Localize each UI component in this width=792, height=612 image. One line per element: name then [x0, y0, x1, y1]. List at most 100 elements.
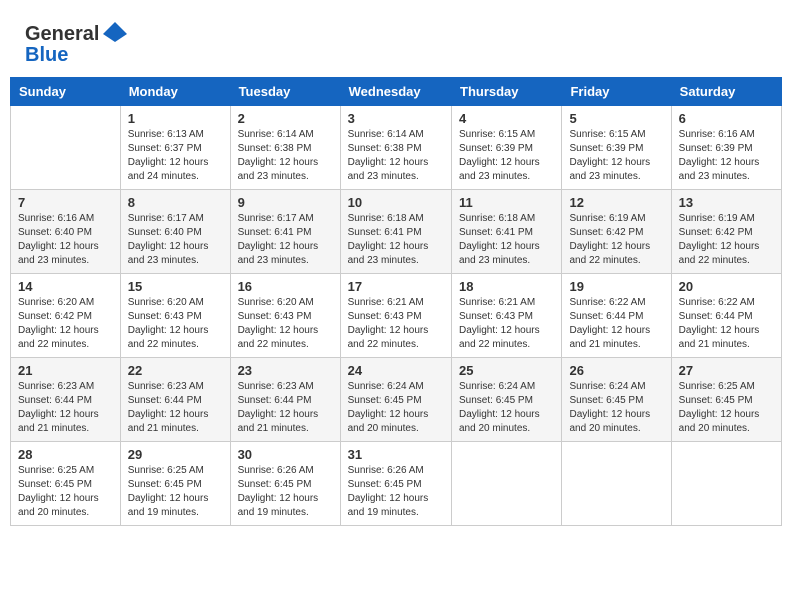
- calendar-cell: 8 Sunrise: 6:17 AM Sunset: 6:40 PM Daylig…: [120, 190, 230, 274]
- page-header: General Blue: [10, 10, 782, 72]
- calendar-cell: [452, 442, 562, 526]
- calendar-cell: 22 Sunrise: 6:23 AM Sunset: 6:44 PM Dayli…: [120, 358, 230, 442]
- day-info: Sunrise: 6:14 AM Sunset: 6:38 PM Dayligh…: [348, 128, 444, 184]
- day-number: 26: [569, 363, 663, 378]
- calendar-cell: 13 Sunrise: 6:19 AM Sunset: 6:42 PM Dayli…: [671, 190, 781, 274]
- day-number: 19: [569, 279, 663, 294]
- day-number: 11: [459, 195, 554, 210]
- day-info: Sunrise: 6:19 AM Sunset: 6:42 PM Dayligh…: [679, 212, 774, 268]
- day-info: Sunrise: 6:19 AM Sunset: 6:42 PM Dayligh…: [569, 212, 663, 268]
- calendar-cell: 16Sunrise: 6:20 AM Sunset: 6:43 PM Dayli…: [230, 274, 340, 358]
- day-number: 14: [18, 279, 113, 294]
- calendar-week-1: 1 Sunrise: 6:13 AM Sunset: 6:37 PM Daylig…: [11, 106, 782, 190]
- logo-general-text: General: [25, 23, 99, 46]
- calendar-cell: 19Sunrise: 6:22 AM Sunset: 6:44 PM Dayli…: [562, 274, 671, 358]
- calendar-cell: 24 Sunrise: 6:24 AM Sunset: 6:45 PM Dayli…: [340, 358, 451, 442]
- day-number: 30: [238, 447, 333, 462]
- calendar-cell: [562, 442, 671, 526]
- day-info: Sunrise: 6:13 AM Sunset: 6:37 PM Dayligh…: [128, 128, 223, 184]
- day-info: Sunrise: 6:23 AM Sunset: 6:44 PM Dayligh…: [18, 380, 113, 436]
- calendar-cell: 5 Sunrise: 6:15 AM Sunset: 6:39 PM Daylig…: [562, 106, 671, 190]
- calendar-week-4: 21 Sunrise: 6:23 AM Sunset: 6:44 PM Dayli…: [11, 358, 782, 442]
- calendar-header-row: SundayMondayTuesdayWednesdayThursdayFrid…: [11, 78, 782, 106]
- day-number: 16: [238, 279, 333, 294]
- calendar-cell: 2 Sunrise: 6:14 AM Sunset: 6:38 PM Daylig…: [230, 106, 340, 190]
- day-number: 15: [128, 279, 223, 294]
- day-info: Sunrise: 6:25 AM Sunset: 6:45 PM Dayligh…: [18, 464, 113, 520]
- day-info: Sunrise: 6:16 AM Sunset: 6:40 PM Dayligh…: [18, 212, 113, 268]
- day-info: Sunrise: 6:15 AM Sunset: 6:39 PM Dayligh…: [569, 128, 663, 184]
- calendar-cell: 14 Sunrise: 6:20 AM Sunset: 6:42 PM Dayli…: [11, 274, 121, 358]
- day-info: Sunrise: 6:23 AM Sunset: 6:44 PM Dayligh…: [128, 380, 223, 436]
- calendar-cell: 26Sunrise: 6:24 AM Sunset: 6:45 PM Dayli…: [562, 358, 671, 442]
- day-info: Sunrise: 6:25 AM Sunset: 6:45 PM Dayligh…: [679, 380, 774, 436]
- day-number: 10: [348, 195, 444, 210]
- day-number: 23: [238, 363, 333, 378]
- day-info: Sunrise: 6:21 AM Sunset: 6:43 PM Dayligh…: [459, 296, 554, 352]
- day-number: 18: [459, 279, 554, 294]
- calendar-cell: 21 Sunrise: 6:23 AM Sunset: 6:44 PM Dayli…: [11, 358, 121, 442]
- day-info: Sunrise: 6:18 AM Sunset: 6:41 PM Dayligh…: [348, 212, 444, 268]
- day-number: 1: [128, 111, 223, 126]
- weekday-header-saturday: Saturday: [671, 78, 781, 106]
- calendar-cell: 3Sunrise: 6:14 AM Sunset: 6:38 PM Daylig…: [340, 106, 451, 190]
- calendar-cell: 9Sunrise: 6:17 AM Sunset: 6:41 PM Daylig…: [230, 190, 340, 274]
- day-info: Sunrise: 6:21 AM Sunset: 6:43 PM Dayligh…: [348, 296, 444, 352]
- day-number: 12: [569, 195, 663, 210]
- calendar-week-3: 14 Sunrise: 6:20 AM Sunset: 6:42 PM Dayli…: [11, 274, 782, 358]
- calendar-cell: 18 Sunrise: 6:21 AM Sunset: 6:43 PM Dayli…: [452, 274, 562, 358]
- day-number: 8: [128, 195, 223, 210]
- day-number: 31: [348, 447, 444, 462]
- day-number: 4: [459, 111, 554, 126]
- day-info: Sunrise: 6:17 AM Sunset: 6:40 PM Dayligh…: [128, 212, 223, 268]
- calendar-cell: 20 Sunrise: 6:22 AM Sunset: 6:44 PM Dayli…: [671, 274, 781, 358]
- weekday-header-thursday: Thursday: [452, 78, 562, 106]
- day-number: 5: [569, 111, 663, 126]
- day-number: 7: [18, 195, 113, 210]
- day-number: 25: [459, 363, 554, 378]
- weekday-header-friday: Friday: [562, 78, 671, 106]
- logo-icon: [101, 20, 129, 48]
- calendar-cell: 17 Sunrise: 6:21 AM Sunset: 6:43 PM Dayli…: [340, 274, 451, 358]
- calendar-cell: 15 Sunrise: 6:20 AM Sunset: 6:43 PM Dayli…: [120, 274, 230, 358]
- calendar-cell: 28 Sunrise: 6:25 AM Sunset: 6:45 PM Dayli…: [11, 442, 121, 526]
- day-info: Sunrise: 6:20 AM Sunset: 6:42 PM Dayligh…: [18, 296, 113, 352]
- day-number: 28: [18, 447, 113, 462]
- day-info: Sunrise: 6:24 AM Sunset: 6:45 PM Dayligh…: [348, 380, 444, 436]
- calendar-week-2: 7 Sunrise: 6:16 AM Sunset: 6:40 PM Daylig…: [11, 190, 782, 274]
- calendar-cell: 4Sunrise: 6:15 AM Sunset: 6:39 PM Daylig…: [452, 106, 562, 190]
- day-number: 29: [128, 447, 223, 462]
- day-number: 22: [128, 363, 223, 378]
- calendar-cell: 25 Sunrise: 6:24 AM Sunset: 6:45 PM Dayli…: [452, 358, 562, 442]
- calendar-cell: 31 Sunrise: 6:26 AM Sunset: 6:45 PM Dayli…: [340, 442, 451, 526]
- day-info: Sunrise: 6:24 AM Sunset: 6:45 PM Dayligh…: [459, 380, 554, 436]
- day-info: Sunrise: 6:26 AM Sunset: 6:45 PM Dayligh…: [348, 464, 444, 520]
- day-info: Sunrise: 6:25 AM Sunset: 6:45 PM Dayligh…: [128, 464, 223, 520]
- calendar-cell: 30 Sunrise: 6:26 AM Sunset: 6:45 PM Dayli…: [230, 442, 340, 526]
- day-number: 20: [679, 279, 774, 294]
- calendar-cell: 29 Sunrise: 6:25 AM Sunset: 6:45 PM Dayli…: [120, 442, 230, 526]
- calendar-cell: 23 Sunrise: 6:23 AM Sunset: 6:44 PM Dayli…: [230, 358, 340, 442]
- day-number: 24: [348, 363, 444, 378]
- calendar-cell: [11, 106, 121, 190]
- calendar-cell: 7 Sunrise: 6:16 AM Sunset: 6:40 PM Daylig…: [11, 190, 121, 274]
- day-number: 6: [679, 111, 774, 126]
- day-number: 17: [348, 279, 444, 294]
- calendar-cell: 1 Sunrise: 6:13 AM Sunset: 6:37 PM Daylig…: [120, 106, 230, 190]
- day-info: Sunrise: 6:22 AM Sunset: 6:44 PM Dayligh…: [679, 296, 774, 352]
- day-info: Sunrise: 6:18 AM Sunset: 6:41 PM Dayligh…: [459, 212, 554, 268]
- day-info: Sunrise: 6:14 AM Sunset: 6:38 PM Dayligh…: [238, 128, 333, 184]
- day-number: 21: [18, 363, 113, 378]
- day-info: Sunrise: 6:26 AM Sunset: 6:45 PM Dayligh…: [238, 464, 333, 520]
- logo: General Blue: [25, 20, 129, 67]
- calendar-week-5: 28 Sunrise: 6:25 AM Sunset: 6:45 PM Dayli…: [11, 442, 782, 526]
- day-number: 2: [238, 111, 333, 126]
- day-number: 9: [238, 195, 333, 210]
- calendar-table: SundayMondayTuesdayWednesdayThursdayFrid…: [10, 77, 782, 526]
- day-info: Sunrise: 6:16 AM Sunset: 6:39 PM Dayligh…: [679, 128, 774, 184]
- calendar-cell: 12 Sunrise: 6:19 AM Sunset: 6:42 PM Dayli…: [562, 190, 671, 274]
- day-number: 13: [679, 195, 774, 210]
- day-info: Sunrise: 6:23 AM Sunset: 6:44 PM Dayligh…: [238, 380, 333, 436]
- day-info: Sunrise: 6:20 AM Sunset: 6:43 PM Dayligh…: [128, 296, 223, 352]
- calendar-cell: 10 Sunrise: 6:18 AM Sunset: 6:41 PM Dayli…: [340, 190, 451, 274]
